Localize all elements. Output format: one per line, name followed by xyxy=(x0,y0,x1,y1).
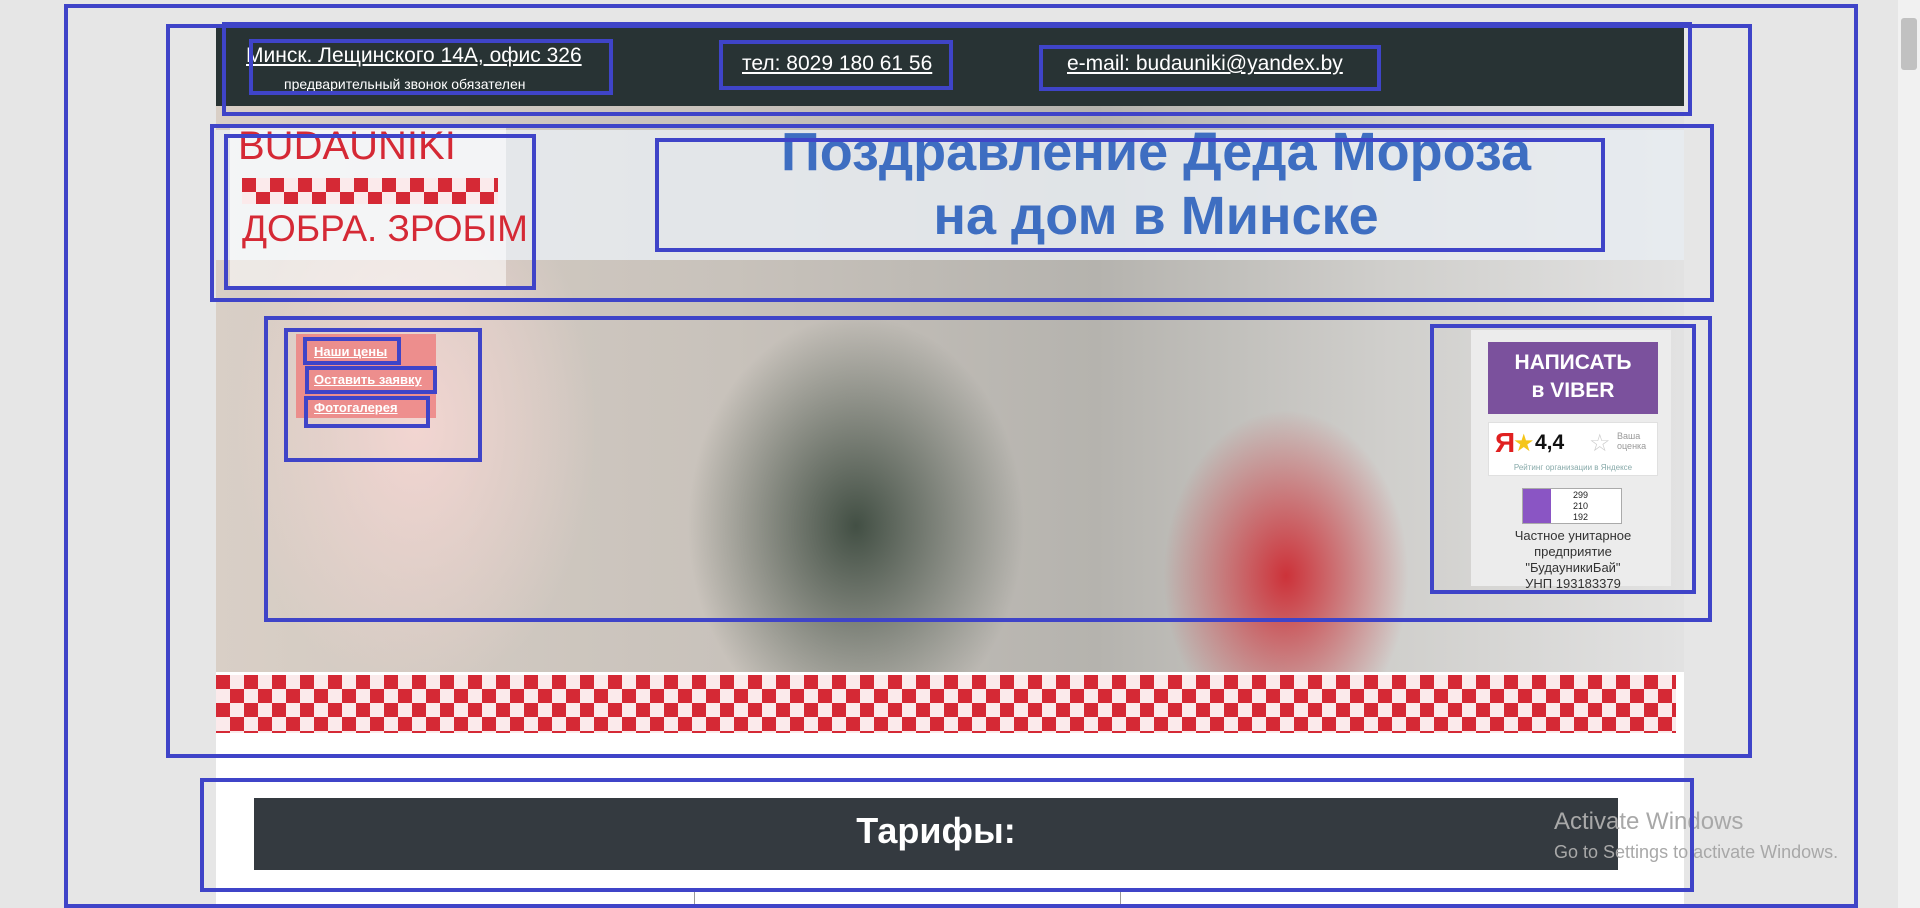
annotation-box xyxy=(305,366,437,394)
annotation-box xyxy=(719,40,953,90)
annotation-box xyxy=(224,134,536,290)
annotation-box xyxy=(655,138,1605,252)
annotation-box xyxy=(1039,45,1381,91)
annotation-box xyxy=(304,396,430,428)
page-scrollbar[interactable] xyxy=(1898,0,1920,908)
annotation-box xyxy=(1430,324,1696,594)
scrollbar-thumb[interactable] xyxy=(1901,18,1917,70)
annotation-box xyxy=(200,778,1694,892)
annotation-box xyxy=(303,337,401,365)
annotation-box xyxy=(249,39,613,95)
